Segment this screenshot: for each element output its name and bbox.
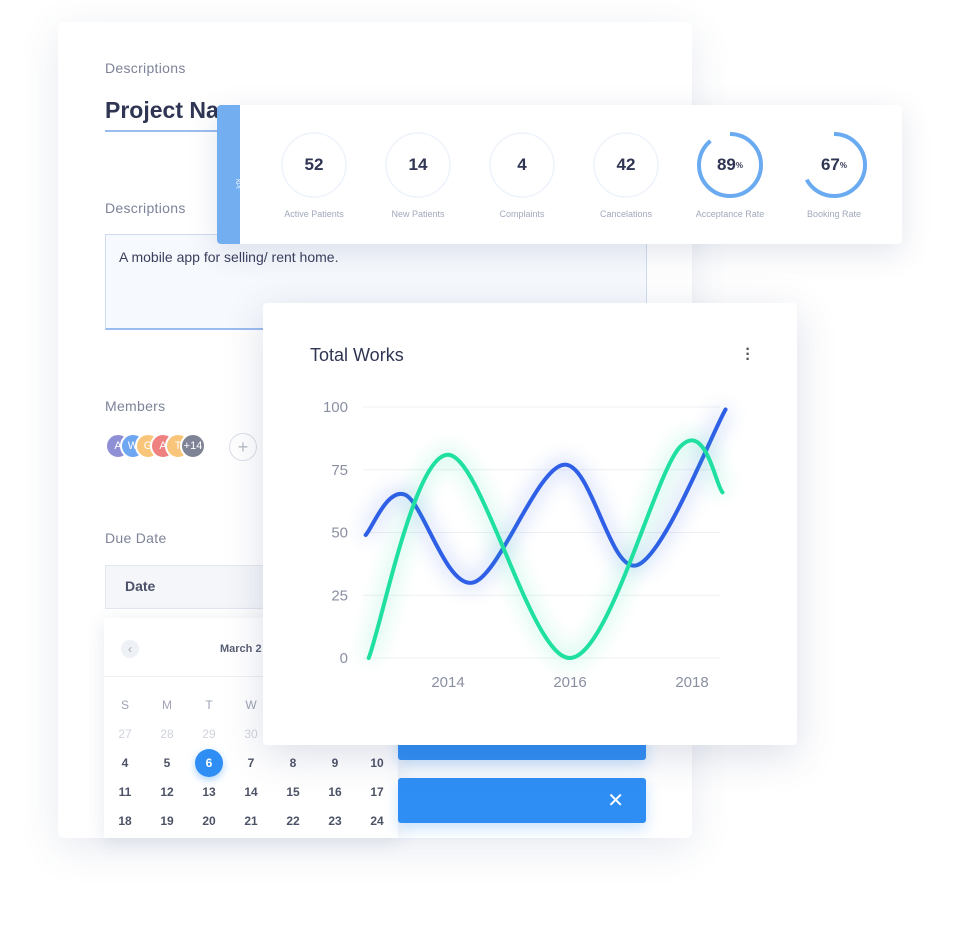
descriptions-label: Descriptions [105, 60, 186, 76]
descriptions-label: Descriptions [105, 200, 186, 216]
calendar-day[interactable]: 13 [188, 777, 230, 806]
calendar-day[interactable]: 12 [146, 777, 188, 806]
total-works-chart-card: Total Works · · · 0 25 50 75 100 2014 2016 2018 [263, 303, 797, 745]
line-chart: 0 25 50 75 100 2014 2016 2018 [323, 399, 730, 691]
calendar-day[interactable]: 4 [104, 748, 146, 777]
kpi-label: New Patients [391, 209, 445, 219]
kpi-label: Active Patients [284, 209, 344, 219]
kpi-value: 89 [716, 155, 736, 174]
kpi-item: 14 New Patients [363, 131, 473, 219]
kpi-value: 4 [517, 155, 527, 174]
kpi-value: 52 [304, 155, 324, 174]
weekday-header: M [162, 697, 172, 712]
calendar-day[interactable]: 10 [356, 748, 398, 777]
calendar-day[interactable]: 29 [188, 719, 230, 748]
calendar-day[interactable]: 7 [230, 748, 272, 777]
kpi-label: Cancelations [599, 209, 653, 219]
calendar-day[interactable]: 27 [104, 719, 146, 748]
kpi-value: 67 [820, 155, 840, 174]
calendar-day[interactable]: 16 [314, 777, 356, 806]
x-tick-label: 2016 [553, 674, 586, 691]
calendar-day[interactable]: 20 [188, 806, 230, 835]
kpi-label: Complaints [499, 209, 545, 219]
calendar-day[interactable]: 28 [146, 719, 188, 748]
kpi-ring: 67% [800, 131, 868, 199]
kpi-ring: 4 [488, 131, 556, 199]
kpi-label: Acceptance Rate [695, 209, 765, 219]
kpi-ring: 52 [280, 131, 348, 199]
weekday-header: T [205, 697, 213, 712]
calendar-day[interactable]: 11 [104, 777, 146, 806]
plus-icon: + [237, 436, 249, 457]
kpi-unit: % [839, 160, 848, 170]
chevron-left-icon[interactable]: ‹ [121, 640, 139, 658]
kpi-ring: 42 [592, 131, 660, 199]
calendar-day[interactable]: 18 [104, 806, 146, 835]
kpi-value: 42 [616, 155, 636, 174]
y-tick-label: 25 [331, 587, 348, 604]
kpi-value: 14 [408, 155, 428, 174]
close-icon[interactable]: ✕ [607, 788, 624, 813]
due-date-label: Due Date [105, 530, 167, 546]
add-member-button[interactable]: + [229, 433, 257, 461]
kpi-card: KPI 52 Active Patients 14 New Patients 4 Comp… [217, 105, 902, 244]
y-tick-label: 0 [340, 650, 348, 667]
kpi-item: 42 Cancelations [571, 131, 681, 219]
y-tick-label: 75 [331, 462, 348, 479]
calendar-month: March 2 [220, 643, 262, 655]
calendar-day[interactable]: 14 [230, 777, 272, 806]
calendar-day[interactable]: 5 [146, 748, 188, 777]
member-avatar[interactable]: +14 [180, 433, 206, 459]
kpi-ring: 89% [696, 131, 764, 199]
calendar-day[interactable]: 24 [356, 806, 398, 835]
dismiss-bar: ✕ [398, 778, 646, 823]
calendar-day[interactable]: 8 [272, 748, 314, 777]
calendar-day[interactable]: 9 [314, 748, 356, 777]
kpi-tab[interactable]: KPI [217, 105, 240, 244]
calendar-day[interactable]: 21 [230, 806, 272, 835]
calendar-day[interactable]: 22 [272, 806, 314, 835]
selected-day[interactable]: 6 [195, 748, 223, 777]
kpi-unit: % [735, 160, 744, 170]
weekday-header: S [120, 697, 129, 712]
calendar-day[interactable]: 23 [314, 806, 356, 835]
x-tick-label: 2014 [431, 674, 464, 691]
kpi-item: 52 Active Patients [259, 131, 369, 219]
kpi-ring: 14 [384, 131, 452, 199]
y-tick-label: 100 [323, 399, 348, 416]
x-tick-label: 2018 [675, 674, 708, 691]
calendar-day[interactable]: 19 [146, 806, 188, 835]
kpi-label: Booking Rate [806, 209, 862, 219]
kpi-item: 67% Booking Rate [779, 131, 889, 219]
kpi-item: 89% Acceptance Rate [675, 131, 785, 219]
members-label: Members [105, 398, 166, 414]
calendar-day[interactable]: 15 [272, 777, 314, 806]
kpi-item: 4 Complaints [467, 131, 577, 219]
calendar-day-selected[interactable]: 6 [188, 748, 230, 777]
y-tick-label: 50 [331, 525, 348, 542]
calendar-day[interactable]: 17 [356, 777, 398, 806]
